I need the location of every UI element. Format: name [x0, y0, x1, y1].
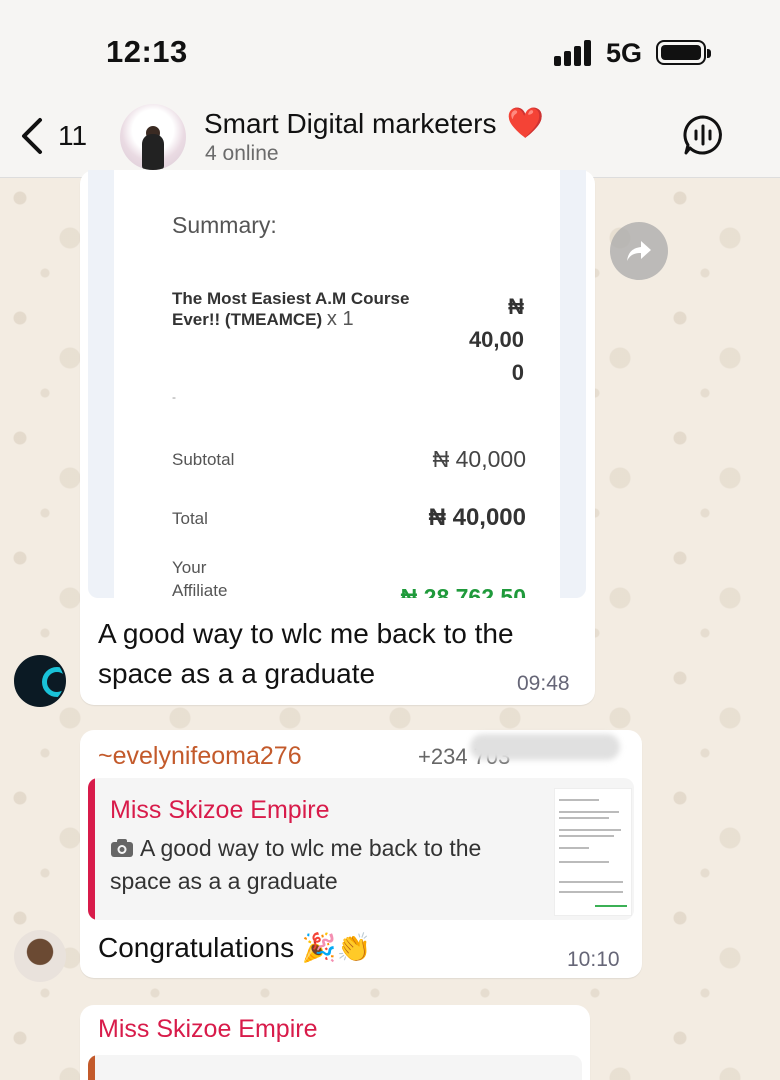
message-text: A good way to wlc me back to the space a… [98, 618, 514, 689]
group-avatar[interactable] [120, 104, 186, 170]
receipt-summary-label: Summary: [172, 212, 277, 238]
receipt-item-name: The Most Easiest A.M Course Ever!! (TMEA… [172, 289, 410, 330]
quoted-text: A good way to wlc me back to the space a… [110, 835, 482, 894]
signal-icon [554, 40, 594, 66]
receipt-total-value: ₦ 40,000 [428, 504, 526, 531]
online-count: 4 online [205, 142, 279, 165]
message-time: 09:48 [517, 672, 570, 695]
group-name-text: Smart Digital marketers [204, 108, 497, 139]
receipt-item-qty: x 1 [326, 308, 354, 330]
chevron-left-icon [22, 118, 42, 154]
status-time: 12:13 [106, 34, 188, 69]
message-bubble[interactable]: Summary: The Most Easiest A.M Course Eve… [80, 170, 595, 705]
phone-redaction [470, 734, 620, 760]
quoted-thumbnail [554, 788, 632, 916]
camera-icon [111, 839, 133, 857]
heart-icon: ❤️ [506, 107, 544, 140]
status-bar: 12:13 5G [0, 0, 780, 100]
quoted-message[interactable] [88, 1055, 582, 1080]
message-text: Congratulations 🎉👏 [98, 932, 372, 963]
receipt-dash: - [172, 390, 176, 404]
receipt-affiliate-label: Your Affiliate [172, 558, 228, 598]
network-label: 5G [606, 38, 643, 68]
forward-button[interactable] [610, 222, 668, 280]
sender-avatar[interactable] [14, 655, 66, 707]
message-time: 10:10 [567, 948, 620, 971]
sender-name[interactable]: Miss Skizoe Empire [98, 1015, 318, 1044]
chat-header: 11 Smart Digital marketers ❤️ 4 online [0, 100, 780, 178]
message-bubble[interactable]: Miss Skizoe Empire [80, 1005, 590, 1080]
group-name[interactable]: Smart Digital marketers ❤️ [204, 108, 544, 140]
sender-name[interactable]: ~evelynifeoma276 [98, 742, 302, 771]
receipt-image[interactable]: Summary: The Most Easiest A.M Course Eve… [88, 170, 586, 598]
message-bubble[interactable]: ~evelynifeoma276 +234 703 Miss Skizoe Em… [80, 730, 642, 978]
back-button[interactable]: 11 [18, 114, 87, 158]
receipt-subtotal-label: Subtotal [172, 450, 235, 469]
sender-avatar[interactable] [14, 930, 66, 982]
receipt-total-label: Total [172, 509, 208, 528]
quoted-sender: Miss Skizoe Empire [110, 796, 330, 824]
receipt-subtotal-value: ₦ 40,000 [432, 446, 526, 472]
receipt-affiliate-value: ₦ 28,762.50 [400, 584, 526, 598]
quoted-message[interactable]: Miss Skizoe Empire A good way to wlc me … [88, 778, 634, 920]
receipt-item-price: ₦ 40,00 0 [468, 294, 524, 385]
voice-chat-icon[interactable] [682, 114, 724, 156]
battery-icon [656, 40, 711, 65]
forward-icon [627, 241, 651, 261]
unread-count: 11 [58, 120, 88, 151]
